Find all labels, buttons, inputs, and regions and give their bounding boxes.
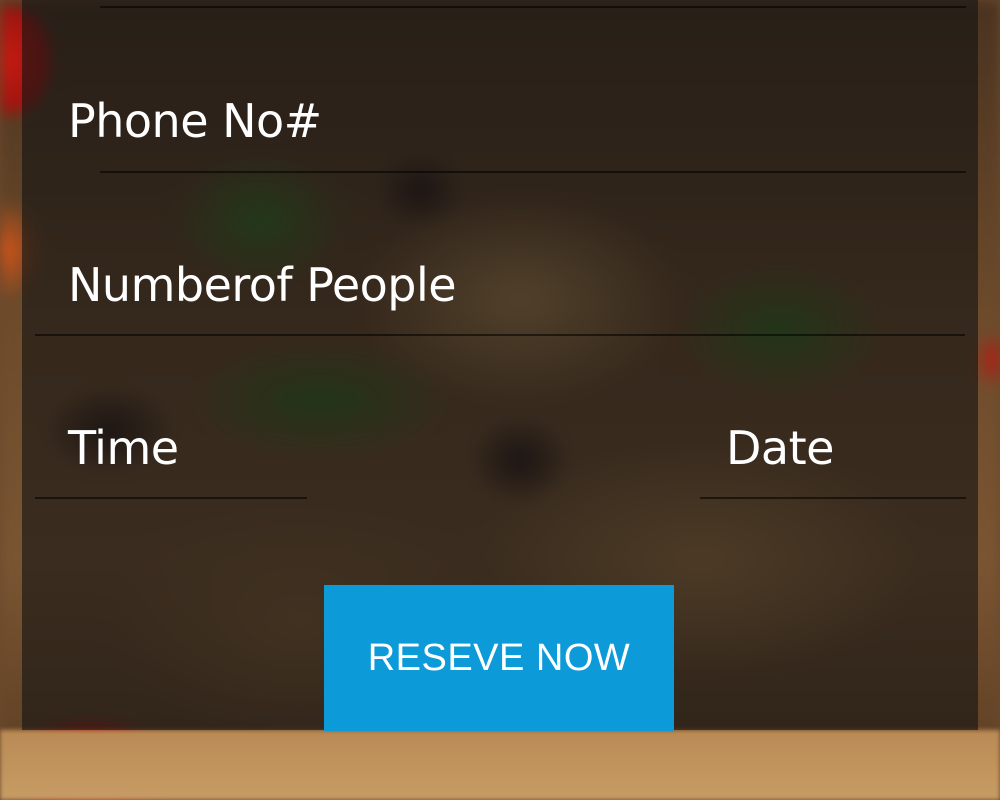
previous-field-underline	[100, 6, 966, 8]
date-field-underline	[700, 497, 966, 499]
reservation-screen: Phone No# Numberof People Time Date RESE…	[0, 0, 1000, 800]
time-field-underline	[35, 497, 307, 499]
phone-number-input[interactable]: Phone No#	[68, 98, 322, 144]
people-field-underline	[35, 334, 965, 336]
number-of-people-input[interactable]: Numberof People	[68, 262, 457, 308]
wooden-board-image	[0, 730, 1000, 800]
date-input[interactable]: Date	[726, 425, 834, 471]
time-input[interactable]: Time	[68, 425, 179, 471]
reserve-now-button[interactable]: RESEVE NOW	[324, 585, 674, 731]
phone-field-underline	[100, 171, 966, 173]
